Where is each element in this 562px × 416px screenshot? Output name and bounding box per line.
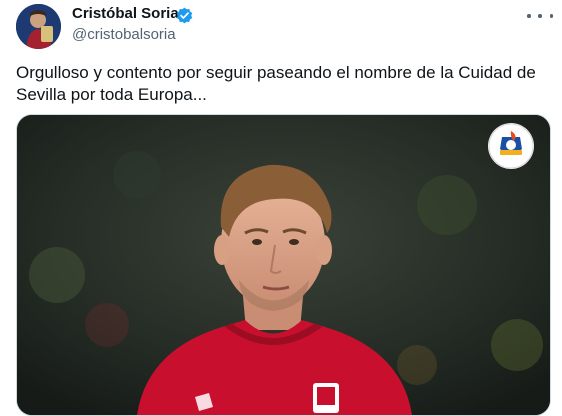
- tweet-text-line: Sevilla por toda Europa...: [16, 85, 207, 104]
- logo-badge-graphic: [488, 123, 534, 169]
- tweet: Cristóbal Soria @cristobalsoria Orgullos…: [0, 0, 562, 416]
- more-dot: [527, 14, 531, 18]
- verified-badge-icon: [176, 7, 193, 24]
- avatar[interactable]: [16, 4, 61, 49]
- author-name[interactable]: Cristóbal Soria: [72, 5, 179, 22]
- profile-photo-icon: [16, 4, 61, 49]
- tweet-text: Orgulloso y contento por seguir paseando…: [16, 62, 546, 106]
- more-options-icon[interactable]: [527, 6, 553, 26]
- tweet-text-line: Orgulloso y contento por seguir paseando…: [16, 63, 536, 82]
- more-dot: [549, 14, 553, 18]
- author-handle[interactable]: @cristobalsoria: [72, 26, 176, 43]
- tweet-media[interactable]: [16, 114, 551, 416]
- player-photo-icon: [17, 115, 550, 415]
- logo-badge-icon: [488, 123, 534, 169]
- more-dot: [538, 14, 542, 18]
